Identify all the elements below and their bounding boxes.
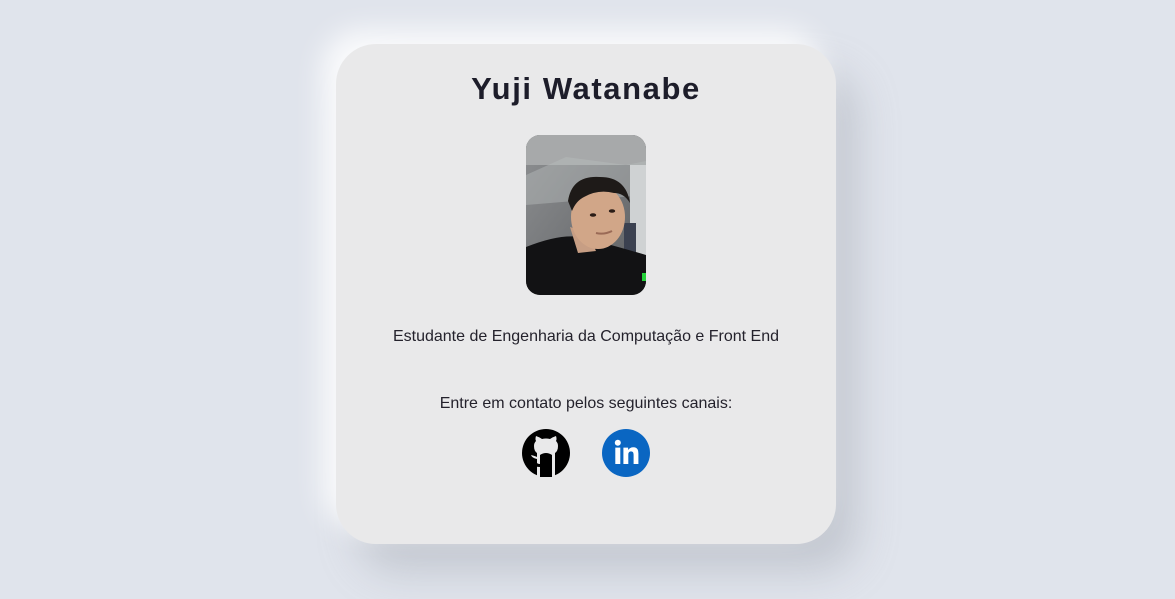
linkedin-link[interactable] bbox=[602, 429, 650, 477]
profile-description: Estudante de Engenharia da Computação e … bbox=[392, 328, 780, 345]
contact-text: Entre em contato pelos seguintes canais: bbox=[439, 395, 733, 412]
profile-card: Yuji Watanabe Estudante de Engenharia da… bbox=[336, 44, 836, 544]
linkedin-icon bbox=[602, 429, 650, 477]
profile-photo bbox=[526, 135, 646, 295]
github-icon bbox=[522, 429, 570, 477]
profile-name: Yuji Watanabe bbox=[471, 71, 701, 106]
github-link[interactable] bbox=[522, 429, 570, 477]
